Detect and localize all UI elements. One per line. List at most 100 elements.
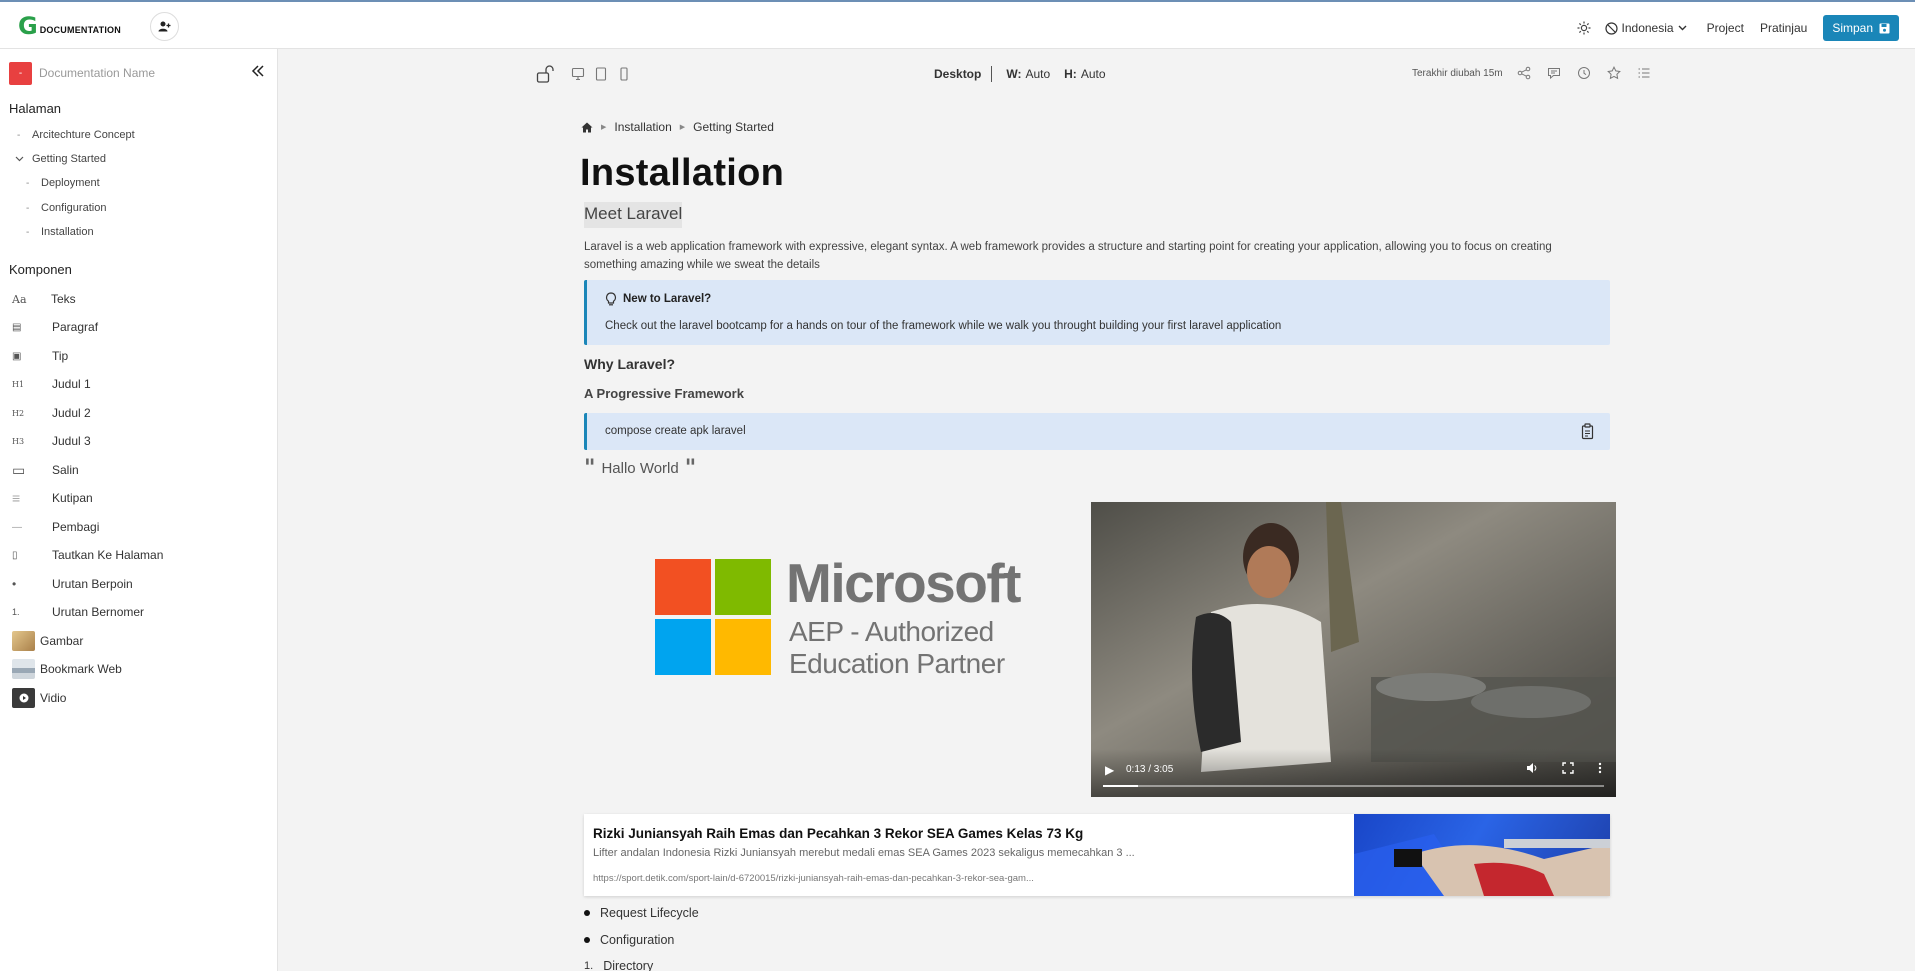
image-line-1: AEP - Authorized bbox=[789, 616, 994, 647]
more-options-icon[interactable] bbox=[1598, 762, 1602, 774]
component-video[interactable]: Vidio bbox=[12, 688, 66, 708]
page-title[interactable]: Installation bbox=[580, 152, 784, 195]
component-label: Urutan Berpoin bbox=[52, 577, 133, 591]
heading-2-block[interactable]: Why Laravel? bbox=[584, 356, 675, 372]
width-label: W: bbox=[1006, 67, 1022, 81]
paragraph-block[interactable]: Laravel is a web application framework w… bbox=[584, 238, 1604, 274]
subtitle-block[interactable]: Meet Laravel bbox=[584, 202, 683, 228]
page-marker: - bbox=[26, 226, 30, 238]
image-icon bbox=[12, 631, 35, 651]
open-quote-icon: " bbox=[584, 455, 596, 481]
component-bullet-list[interactable]: • Urutan Berpoin bbox=[12, 574, 133, 594]
page-marker: - bbox=[26, 202, 30, 214]
documentation-icon[interactable]: - bbox=[9, 61, 32, 85]
heading-3-block[interactable]: A Progressive Framework bbox=[584, 386, 744, 401]
add-user-icon bbox=[158, 21, 171, 32]
width-value[interactable]: Auto bbox=[1025, 67, 1050, 81]
collapse-sidebar-icon[interactable] bbox=[251, 64, 265, 78]
numbered-list-item[interactable]: 1. Directory bbox=[584, 959, 653, 971]
copy-block[interactable]: compose create apk laravel bbox=[584, 413, 1610, 450]
logo-letter: G bbox=[18, 12, 38, 40]
quote-block[interactable]: " Hallo World " bbox=[584, 455, 696, 481]
component-bookmark[interactable]: Bookmark Web bbox=[12, 659, 122, 679]
component-heading-2[interactable]: H2 Judul 2 bbox=[12, 403, 91, 423]
clipboard-icon[interactable] bbox=[1581, 423, 1596, 440]
component-divider[interactable]: — Pembagi bbox=[12, 517, 99, 537]
image-block[interactable]: Microsoft AEP - Authorized Education Par… bbox=[655, 552, 1025, 680]
device-label[interactable]: Desktop bbox=[934, 67, 981, 81]
component-label: Urutan Bernomer bbox=[52, 605, 145, 619]
breadcrumb-separator-icon: ▶ bbox=[679, 124, 686, 131]
unlock-icon[interactable] bbox=[536, 64, 556, 84]
list-number: 1. bbox=[584, 960, 594, 971]
comment-icon[interactable] bbox=[1547, 66, 1561, 80]
breadcrumb-item[interactable]: Installation bbox=[614, 120, 671, 134]
component-heading-1[interactable]: H1 Judul 1 bbox=[12, 374, 91, 394]
save-button[interactable]: Simpan bbox=[1823, 15, 1899, 41]
component-image[interactable]: Gambar bbox=[12, 631, 83, 651]
documentation-name-input[interactable]: Documentation Name bbox=[39, 66, 155, 80]
component-paragraph[interactable]: ▤ Paragraf bbox=[12, 317, 98, 337]
share-icon[interactable] bbox=[1517, 66, 1531, 80]
component-link-page[interactable]: ▯ Tautkan Ke Halaman bbox=[12, 545, 163, 565]
component-text[interactable]: Aa Teks bbox=[12, 289, 76, 309]
star-icon[interactable] bbox=[1606, 66, 1621, 80]
history-icon[interactable] bbox=[1577, 66, 1591, 80]
tablet-device-icon[interactable] bbox=[594, 67, 608, 81]
preview-link[interactable]: Pratinjau bbox=[1760, 21, 1807, 35]
page-item-deployment[interactable]: - Deployment bbox=[26, 177, 100, 189]
bullet-list-item[interactable]: Configuration bbox=[584, 933, 674, 947]
page-item-installation[interactable]: - Installation bbox=[26, 226, 94, 238]
video-block[interactable]: ▶ 0:13 / 3:05 bbox=[1091, 502, 1616, 797]
list-item-label: Configuration bbox=[600, 933, 675, 947]
home-icon[interactable] bbox=[581, 122, 593, 133]
page-item-configuration[interactable]: - Configuration bbox=[26, 202, 106, 214]
page-item-architecture[interactable]: - Arcitechture Concept bbox=[17, 129, 135, 141]
play-icon[interactable]: ▶ bbox=[1105, 763, 1114, 777]
bullet-list-item[interactable]: Request Lifecycle bbox=[584, 906, 699, 920]
component-quote[interactable]: ≡ Kutipan bbox=[12, 488, 93, 508]
chevron-down-icon[interactable] bbox=[15, 156, 24, 162]
component-numbered-list[interactable]: 1. Urutan Bernomer bbox=[12, 602, 144, 622]
top-bar: G DOCUMENTATION Indonesia Project Pratin… bbox=[0, 0, 1915, 49]
page-marker: - bbox=[26, 177, 30, 189]
component-label: Kutipan bbox=[52, 491, 93, 505]
list-item-label: Request Lifecycle bbox=[600, 906, 699, 920]
desktop-device-icon[interactable] bbox=[571, 67, 585, 81]
video-progress-fill bbox=[1103, 785, 1139, 787]
fullscreen-icon[interactable] bbox=[1562, 762, 1574, 774]
volume-icon[interactable] bbox=[1526, 762, 1538, 774]
page-item-getting-started[interactable]: Getting Started bbox=[15, 153, 106, 165]
height-value[interactable]: Auto bbox=[1081, 67, 1106, 81]
copy-block-text: compose create apk laravel bbox=[605, 425, 746, 437]
theme-toggle-icon[interactable] bbox=[1577, 21, 1591, 35]
outline-list-icon[interactable] bbox=[1637, 66, 1651, 80]
link-page-icon: ▯ bbox=[12, 549, 18, 561]
microsoft-logo-icon bbox=[655, 559, 773, 677]
components-section-title: Komponen bbox=[9, 262, 72, 277]
project-link[interactable]: Project bbox=[1707, 21, 1744, 35]
page-item-label: Deployment bbox=[41, 177, 100, 189]
component-tip[interactable]: ▣ Tip bbox=[12, 346, 68, 366]
component-copy[interactable]: ▭ Salin bbox=[12, 460, 79, 480]
bookmark-description: Lifter andalan Indonesia Rizki Juniansya… bbox=[593, 847, 1135, 859]
video-controls: ▶ 0:13 / 3:05 bbox=[1091, 749, 1616, 797]
language-selector[interactable]: Indonesia bbox=[1604, 21, 1687, 35]
bookmark-url: https://sport.detik.com/sport-lain/d-672… bbox=[593, 873, 1034, 884]
bullet-list-icon: • bbox=[12, 577, 17, 591]
image-brand-text: Microsoft bbox=[786, 552, 1022, 614]
tip-block[interactable]: New to Laravel? Check out the laravel bo… bbox=[584, 280, 1610, 345]
add-user-button[interactable] bbox=[150, 12, 179, 41]
component-label: Vidio bbox=[40, 691, 67, 705]
documentation-header: - Documentation Name bbox=[9, 61, 269, 85]
video-progress-bar[interactable] bbox=[1103, 785, 1604, 787]
page-item-label: Installation bbox=[41, 226, 94, 238]
component-heading-3[interactable]: H3 Judul 3 bbox=[12, 431, 91, 451]
divider-icon: — bbox=[12, 521, 22, 533]
web-bookmark-card[interactable]: Rizki Juniansyah Raih Emas dan Pecahkan … bbox=[584, 814, 1610, 896]
list-item-label: Directory bbox=[603, 959, 654, 971]
tip-title: New to Laravel? bbox=[605, 292, 711, 306]
app-logo[interactable]: G DOCUMENTATION bbox=[18, 14, 121, 38]
mobile-device-icon[interactable] bbox=[617, 67, 631, 81]
breadcrumb-item[interactable]: Getting Started bbox=[693, 120, 774, 134]
